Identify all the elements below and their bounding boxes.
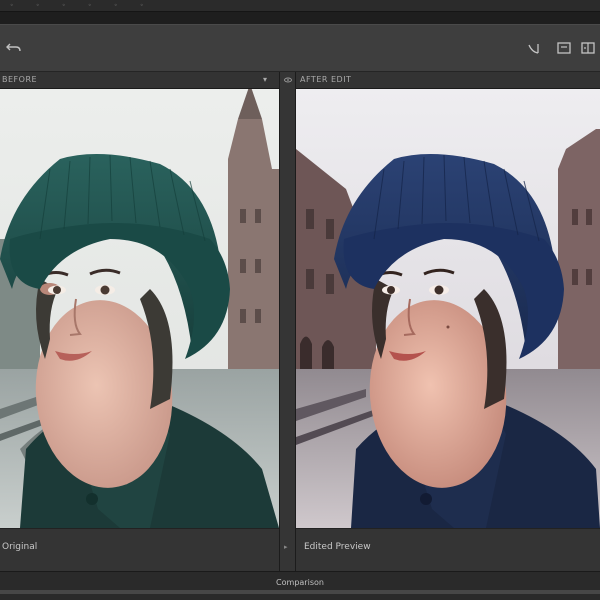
- status-track: [0, 590, 600, 594]
- panel-menu-button[interactable]: ▾: [263, 75, 267, 84]
- before-panel-header: BEFORE ▾: [0, 72, 279, 89]
- tab-2[interactable]: ◦: [36, 3, 46, 9]
- before-caption: Original: [2, 542, 38, 552]
- before-image[interactable]: [0, 89, 279, 528]
- crop-icon: [528, 44, 539, 54]
- tab-strip: ◦ ◦ ◦ ◦ ◦ ◦: [10, 3, 150, 9]
- split-view-icon: [581, 42, 595, 54]
- eye-icon[interactable]: [284, 76, 292, 84]
- tab-3[interactable]: ◦: [62, 3, 72, 9]
- compare-button[interactable]: [556, 41, 572, 55]
- split-view-button[interactable]: [580, 41, 596, 55]
- after-image[interactable]: [296, 89, 600, 528]
- after-caption-bar: ▸ Edited Preview: [284, 528, 600, 571]
- after-panel-header: AFTER EDIT: [284, 72, 600, 89]
- tab-4[interactable]: ◦: [88, 3, 98, 9]
- tab-6[interactable]: ◦: [140, 3, 150, 9]
- tab-5[interactable]: ◦: [114, 3, 124, 9]
- after-panel-title: AFTER EDIT: [300, 75, 352, 84]
- chevron-right-icon[interactable]: ▸: [284, 543, 288, 551]
- undo-icon: [6, 43, 21, 52]
- tab-1[interactable]: ◦: [10, 3, 20, 9]
- before-panel-title: BEFORE: [2, 75, 38, 84]
- toolbar: [0, 24, 600, 72]
- panel-divider[interactable]: [279, 72, 296, 600]
- undo-button[interactable]: [4, 39, 24, 57]
- compare-icon: [557, 42, 571, 54]
- status-label: Comparison: [276, 578, 324, 587]
- before-caption-bar: Original: [0, 528, 279, 571]
- after-caption: Edited Preview: [304, 542, 371, 552]
- status-bar: Comparison: [0, 571, 600, 600]
- title-bar: ◦ ◦ ◦ ◦ ◦ ◦: [0, 0, 600, 12]
- crop-button[interactable]: [524, 41, 544, 57]
